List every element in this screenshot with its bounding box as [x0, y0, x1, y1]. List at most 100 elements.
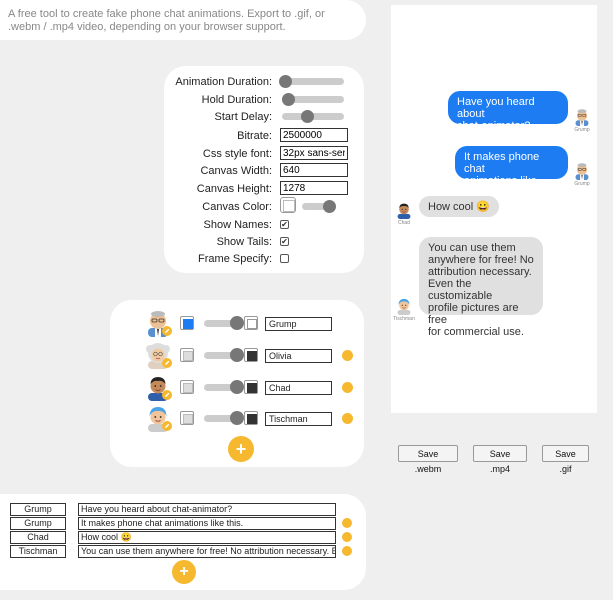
bubble-color-swatch[interactable] — [180, 380, 194, 394]
intro-card: A free tool to create fake phone chat an… — [0, 0, 366, 40]
start-delay-label: Start Delay: — [214, 111, 272, 123]
edit-avatar-icon[interactable] — [162, 358, 172, 368]
bitrate-input[interactable] — [280, 128, 348, 142]
hold-duration-row: Hold Duration: — [164, 92, 364, 108]
show-names-row: Show Names: ✔ — [164, 217, 364, 233]
chat-bubble: Have you heard about chat-animator? — [448, 91, 568, 132]
message-text-input[interactable]: How cool 😀 — [78, 531, 336, 544]
slider-knob[interactable] — [230, 380, 244, 394]
remove-message-button[interactable] — [342, 518, 352, 528]
frame-specify-checkbox[interactable] — [280, 254, 289, 263]
bubble-line: attribution necessary. — [428, 266, 532, 278]
text-color-swatch[interactable] — [244, 411, 258, 425]
show-tails-label: Show Tails: — [216, 236, 272, 248]
canvas-color-alpha-slider[interactable] — [302, 200, 336, 213]
save-mp4-button[interactable]: Save .mp4 — [473, 445, 527, 474]
show-tails-checkbox[interactable]: ✔ — [280, 237, 289, 246]
css-font-row: Css style font: — [164, 146, 364, 162]
bubble-line: profile pictures are free — [428, 302, 519, 326]
preview-name-label: Tischman — [393, 316, 415, 322]
character-name-input[interactable]: Grump — [265, 317, 332, 331]
canvas-width-input[interactable] — [280, 163, 348, 177]
message-sender-select[interactable]: Tischman — [10, 545, 66, 558]
preview-name-label: Grump — [574, 181, 590, 187]
character-row-tischman: Tischman — [110, 404, 364, 432]
bitrate-label: Bitrate: — [237, 130, 272, 142]
message-row: Tischman You can use them anywhere for f… — [0, 545, 366, 559]
edit-avatar-icon[interactable] — [162, 326, 172, 336]
show-names-label: Show Names: — [203, 219, 272, 231]
hold-duration-slider[interactable] — [282, 93, 344, 106]
slider-knob[interactable] — [300, 110, 314, 123]
message-sender-select[interactable]: Grump — [10, 517, 66, 530]
remove-character-button[interactable] — [342, 413, 353, 424]
chat-bubble: You can use them anywhere for free! No a… — [419, 237, 543, 338]
bubble-color-swatch[interactable] — [180, 316, 194, 330]
save-gif-button[interactable]: Save .gif — [542, 445, 589, 474]
animation-duration-row: Animation Duration: — [164, 74, 364, 90]
message-row: Grump It makes phone chat animations lik… — [0, 517, 366, 531]
css-font-input[interactable] — [280, 146, 348, 160]
bubble-line: Have you heard about — [457, 96, 535, 120]
text-color-swatch[interactable] — [244, 380, 258, 394]
bubble-color-swatch[interactable] — [180, 348, 194, 362]
chad-avatar — [395, 201, 413, 219]
start-delay-slider[interactable] — [282, 110, 344, 123]
slider-knob[interactable] — [230, 316, 244, 330]
frame-specify-row: Frame Specify: — [164, 251, 364, 267]
character-name-input[interactable]: Olivia — [265, 349, 332, 363]
show-names-checkbox[interactable]: ✔ — [280, 220, 289, 229]
canvas-height-label: Canvas Height: — [196, 183, 272, 195]
bubble-line: How cool 😀 — [428, 201, 490, 213]
slider-knob[interactable] — [322, 200, 336, 213]
grump-avatar — [573, 162, 591, 180]
bubble-line: You can use them — [428, 242, 516, 254]
text-color-swatch[interactable] — [244, 348, 258, 362]
bubble-line: anywhere for free! No — [428, 254, 534, 266]
canvas-color-row: Canvas Color: — [164, 197, 364, 215]
chat-bubble: It makes phone chat animations like this… — [455, 146, 568, 199]
remove-character-button[interactable] — [342, 350, 353, 361]
hold-duration-label: Hold Duration: — [201, 94, 272, 106]
settings-panel: Animation Duration: Hold Duration: Start… — [164, 66, 364, 273]
chat-bubble: How cool 😀 — [419, 196, 499, 217]
show-tails-row: Show Tails: ✔ — [164, 234, 364, 250]
animation-duration-slider[interactable] — [279, 75, 344, 88]
message-row: Chad How cool 😀 — [0, 531, 366, 545]
bubble-line: It makes phone chat — [464, 151, 540, 175]
message-row: Grump Have you heard about chat-animator… — [0, 503, 366, 517]
character-name-input[interactable]: Chad — [265, 381, 332, 395]
text-color-swatch[interactable] — [244, 316, 258, 330]
bubble-color-swatch[interactable] — [180, 411, 194, 425]
characters-panel: Grump Olivia Chad Tischman + — [110, 300, 364, 467]
bubble-line: chat-animator? — [457, 120, 531, 132]
message-text-input[interactable]: Have you heard about chat-animator? — [78, 503, 336, 516]
remove-message-button[interactable] — [342, 532, 352, 542]
css-font-label: Css style font: — [202, 148, 272, 160]
edit-avatar-icon[interactable] — [162, 421, 172, 431]
canvas-width-row: Canvas Width: — [164, 163, 364, 179]
edit-avatar-icon[interactable] — [162, 390, 172, 400]
message-sender-select[interactable]: Chad — [10, 531, 66, 544]
character-row-olivia: Olivia — [110, 341, 364, 369]
remove-character-button[interactable] — [342, 382, 353, 393]
add-message-button[interactable]: + — [172, 560, 196, 584]
message-text-input[interactable]: You can use them anywhere for free! No a… — [78, 545, 336, 558]
save-webm-button[interactable]: Save .webm — [398, 445, 458, 474]
slider-knob[interactable] — [230, 348, 244, 362]
slider-knob[interactable] — [279, 75, 293, 88]
tischman-avatar — [395, 297, 413, 315]
character-name-input[interactable]: Tischman — [265, 412, 332, 426]
canvas-color-picker[interactable] — [280, 197, 296, 213]
slider-knob[interactable] — [282, 93, 296, 106]
add-character-button[interactable]: + — [228, 436, 254, 462]
character-row-chad: Chad — [110, 373, 364, 401]
canvas-width-label: Canvas Width: — [200, 165, 272, 177]
canvas-height-input[interactable] — [280, 181, 348, 195]
remove-message-button[interactable] — [342, 546, 352, 556]
message-text-input[interactable]: It makes phone chat animations like this… — [78, 517, 336, 530]
canvas-height-row: Canvas Height: — [164, 181, 364, 197]
message-sender-select[interactable]: Grump — [10, 503, 66, 516]
slider-knob[interactable] — [230, 411, 244, 425]
intro-text: A free tool to create fake phone chat an… — [8, 8, 325, 33]
